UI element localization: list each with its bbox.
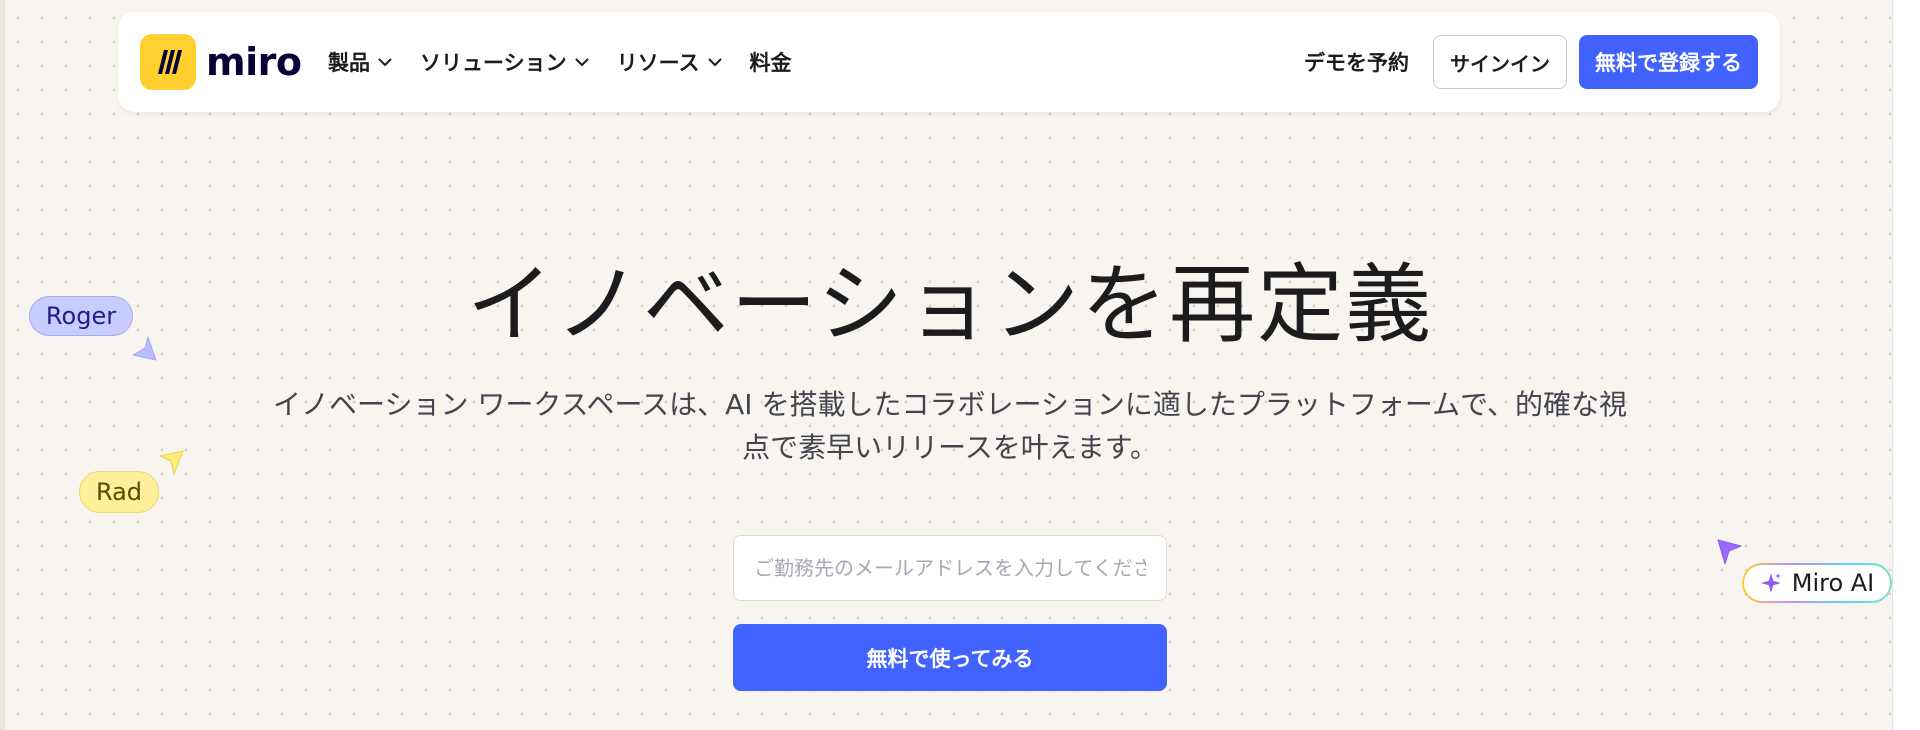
- miro-logo-icon: [140, 34, 196, 90]
- try-free-button[interactable]: 無料で使ってみる: [733, 624, 1167, 691]
- signup-button[interactable]: 無料で登録する: [1579, 35, 1758, 89]
- cursor-label-rad: Rad: [79, 471, 159, 513]
- menu-item-resources[interactable]: リソース: [617, 47, 722, 77]
- menu-item-label: 料金: [749, 51, 792, 75]
- nav-actions: デモを予約 サインイン 無料で登録する: [1304, 12, 1758, 112]
- signin-button[interactable]: サインイン: [1433, 35, 1567, 89]
- hero-title: イノベーションを再定義: [466, 255, 1434, 355]
- page-left-edge: [0, 0, 5, 730]
- hero-subtitle: イノベーション ワークスペースは、AI を搭載したコラボレーションに適したプラッ…: [273, 388, 1627, 464]
- chevron-down-icon: [708, 58, 722, 67]
- cursor-label-miro-ai: Miro AI: [1742, 563, 1892, 603]
- email-field[interactable]: [733, 535, 1167, 601]
- chevron-down-icon: [378, 58, 392, 67]
- sparkle-icon: [1760, 572, 1782, 594]
- cursor-pointer-icon: [1717, 539, 1742, 565]
- menu-item-label: 製品: [328, 51, 370, 75]
- top-navigation-bar: miro 製品 ソリューション リソース 料金 デモを予約 サインイン 無料で登…: [118, 12, 1780, 112]
- scrollbar-track[interactable]: [1892, 0, 1920, 730]
- chevron-down-icon: [575, 58, 589, 67]
- menu-item-pricing[interactable]: 料金: [750, 47, 792, 77]
- miro-logo[interactable]: miro: [140, 34, 302, 90]
- book-demo-link[interactable]: デモを予約: [1304, 47, 1409, 77]
- menu-item-solutions[interactable]: ソリューション: [420, 47, 589, 77]
- menu-item-label: リソース: [616, 51, 700, 75]
- menu-item-products[interactable]: 製品: [328, 47, 392, 77]
- cursor-label-text: Miro AI: [1791, 569, 1875, 597]
- menu-item-label: ソリューション: [420, 51, 567, 75]
- brand-name: miro: [206, 40, 302, 84]
- cursor-pointer-icon: [159, 450, 184, 475]
- main-menu: 製品 ソリューション リソース 料金: [328, 12, 820, 112]
